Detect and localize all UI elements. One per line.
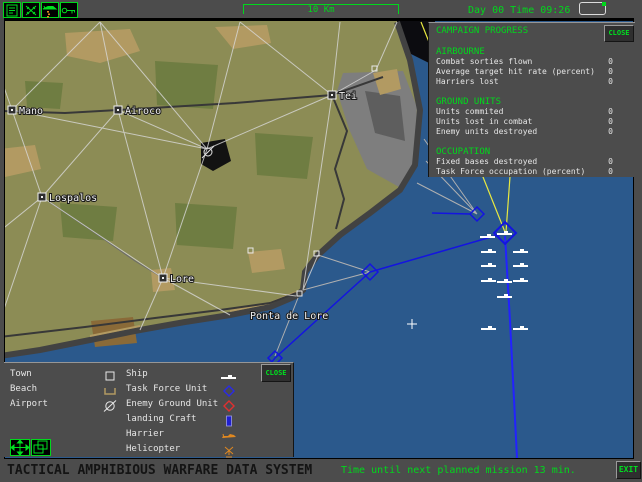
legend-label-right-3: landing Craft bbox=[126, 413, 196, 426]
campaign-section-header: OCCUPATION bbox=[436, 147, 635, 157]
map-legend-panel: CLOSE Town Beach Airport Ship Task Force Uni… bbox=[4, 362, 294, 457]
campaign-stat-row: Task Force occupation (percent) 0 bbox=[436, 167, 635, 177]
windows-icon[interactable] bbox=[31, 439, 51, 456]
town-label: Tei bbox=[339, 91, 357, 102]
stat-value: 0 bbox=[608, 77, 613, 87]
stat-label: Combat sorties flown bbox=[436, 57, 532, 67]
legend-label-right-2: Enemy Ground Unit bbox=[126, 398, 218, 411]
map-label: Ponta de Lore bbox=[250, 311, 328, 322]
campaign-stat-row: Units lost in combat 0 bbox=[436, 117, 635, 127]
legend-label-right-4: Harrier bbox=[126, 428, 164, 441]
town-label: Airoco bbox=[125, 106, 161, 117]
mission-countdown-text: Time until next planned mission 13 min. bbox=[341, 465, 576, 476]
stat-label: Harriers lost bbox=[436, 77, 499, 87]
stat-label: Task Force occupation (percent) bbox=[436, 167, 585, 177]
stat-value: 0 bbox=[608, 107, 613, 117]
campaign-stat-row: Units commited 0 bbox=[436, 107, 635, 117]
legend-label-right-1: Task Force Unit bbox=[126, 383, 207, 396]
stat-value: 0 bbox=[608, 127, 613, 137]
town-label: Lospalos bbox=[49, 193, 97, 204]
town-label: Lore bbox=[170, 274, 194, 285]
stat-label: Average target hit rate (percent) bbox=[436, 67, 595, 77]
campaign-stat-row: Average target hit rate (percent) 0 bbox=[436, 67, 635, 77]
map-scale-label: 10 Km bbox=[244, 5, 398, 15]
campaign-stat-row: Harriers lost 0 bbox=[436, 77, 635, 87]
legend-label-right-5: Helicopter bbox=[126, 443, 180, 456]
monitor-icon[interactable] bbox=[579, 2, 606, 15]
campaign-stat-row: Combat sorties flown 0 bbox=[436, 57, 635, 67]
stat-value: 0 bbox=[608, 117, 613, 127]
legend-label-left-2: Airport bbox=[10, 398, 48, 411]
stat-value: 0 bbox=[608, 167, 613, 177]
stat-label: Enemy units destroyed bbox=[436, 127, 537, 137]
legend-close-button[interactable]: CLOSE bbox=[261, 364, 291, 382]
top-toolbar: 10 Km Day 00 Time 09:26 bbox=[0, 0, 642, 18]
town-label: Mano bbox=[19, 106, 43, 117]
map-scale-bar: 10 Km bbox=[243, 4, 399, 14]
exit-button[interactable]: EXIT bbox=[616, 461, 641, 479]
legend-label-left-1: Beach bbox=[10, 383, 37, 396]
legend-label-left-0: Town bbox=[10, 368, 32, 381]
stat-label: Units lost in combat bbox=[436, 117, 532, 127]
campaign-close-button[interactable]: CLOSE bbox=[604, 25, 634, 42]
airport-icon bbox=[100, 398, 120, 417]
campaign-stat-row: Enemy units destroyed 0 bbox=[436, 127, 635, 137]
airstrike-icon[interactable] bbox=[41, 2, 59, 18]
stat-value: 0 bbox=[608, 157, 613, 167]
stat-label: Units commited bbox=[436, 107, 503, 117]
stat-value: 0 bbox=[608, 67, 613, 77]
mission-report-icon[interactable] bbox=[3, 2, 21, 18]
stat-value: 0 bbox=[608, 57, 613, 67]
tawds-screen: { "colors": { "accent_green": "#00d81c",… bbox=[0, 0, 642, 482]
campaign-stat-row: Fixed bases destroyed 0 bbox=[436, 157, 635, 167]
key-icon[interactable] bbox=[60, 2, 78, 18]
day-time-display: Day 00 Time 09:26 bbox=[468, 5, 570, 16]
campaign-section-header: AIRBOURNE bbox=[436, 47, 635, 57]
bottom-status-bar: TACTICAL AMPHIBIOUS WARFARE DATA SYSTEM … bbox=[0, 459, 642, 482]
campaign-progress-panel: CAMPAIGN PROGRESS CLOSE AIRBOURNECombat … bbox=[428, 22, 635, 177]
stat-label: Fixed bases destroyed bbox=[436, 157, 537, 167]
campaign-section-header: GROUND UNITS bbox=[436, 97, 635, 107]
legend-label-right-0: Ship bbox=[126, 368, 148, 381]
combat-swords-icon[interactable] bbox=[22, 2, 40, 18]
system-title: TACTICAL AMPHIBIOUS WARFARE DATA SYSTEM bbox=[7, 463, 312, 478]
pan-arrows-icon[interactable] bbox=[10, 439, 30, 456]
